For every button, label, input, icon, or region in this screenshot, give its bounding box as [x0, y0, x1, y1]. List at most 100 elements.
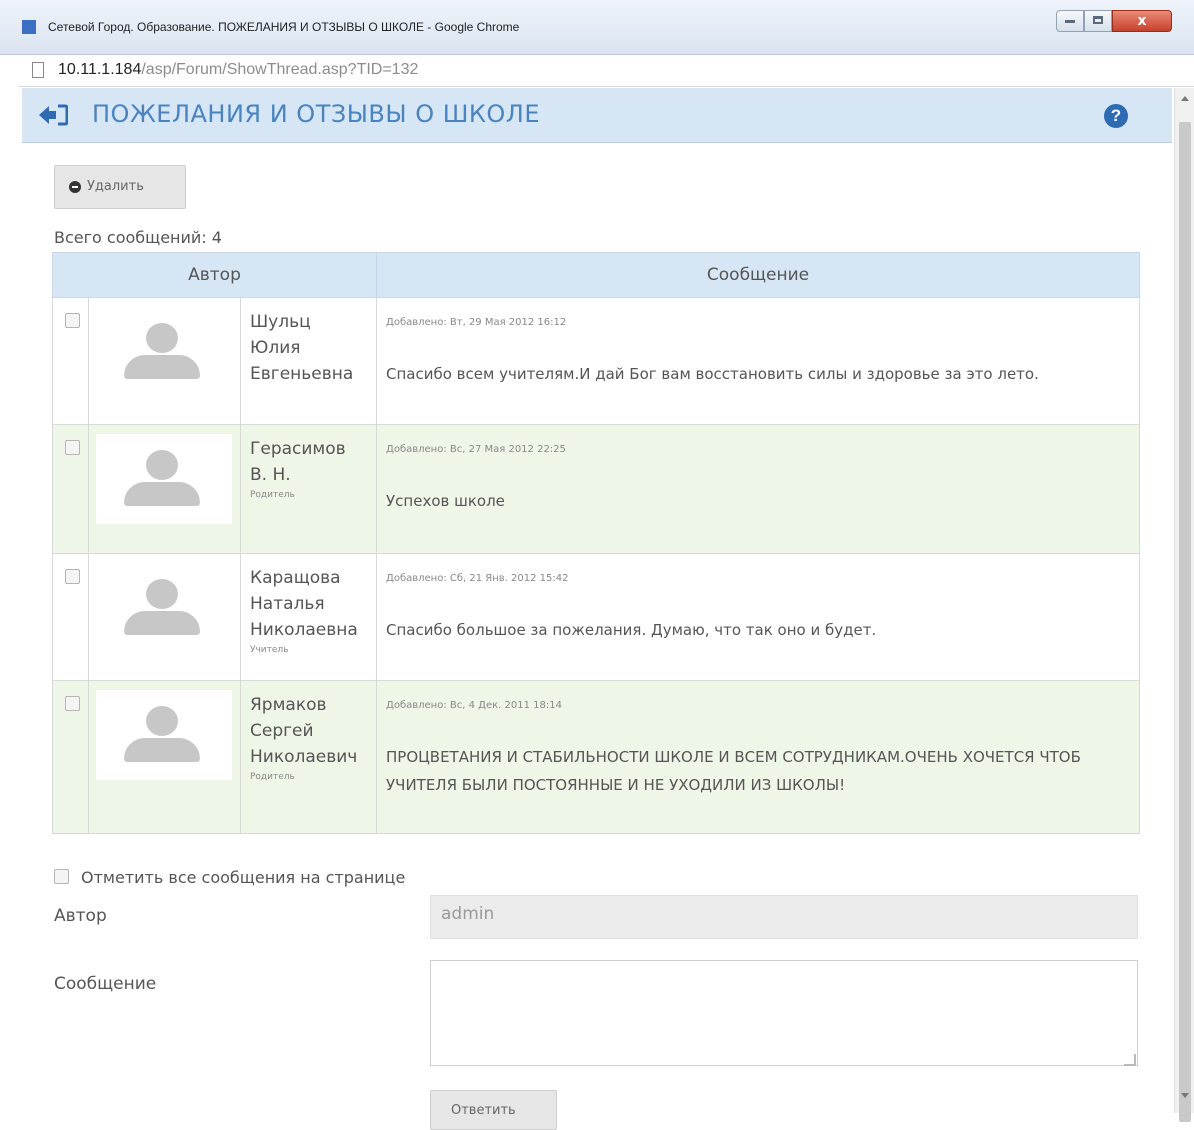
row-checkbox[interactable]: [65, 440, 80, 455]
resize-grip-icon[interactable]: [1124, 1054, 1136, 1066]
delete-button[interactable]: Удалить: [54, 165, 186, 209]
url-path: /asp/Forum/ShowThread.asp?TID=132: [141, 61, 419, 78]
row-checkbox[interactable]: [65, 569, 80, 584]
author-role: Учитель: [250, 645, 289, 655]
message-text: Спасибо большое за пожелания. Думаю, что…: [386, 621, 877, 639]
minus-circle-icon: [69, 181, 81, 193]
minimize-button[interactable]: [1056, 10, 1084, 32]
author-cell: Шульц Юлия Евгеньевна: [239, 297, 378, 425]
url-text[interactable]: 10.11.1.184/asp/Forum/ShowThread.asp?TID…: [58, 61, 418, 79]
help-icon[interactable]: ?: [1104, 104, 1128, 128]
avatar-cell: [88, 297, 241, 425]
message-cell: Добавлено: Вс, 4 Дек. 2011 18:14 ПРОЦВЕТ…: [376, 680, 1141, 834]
author-name-line: Сергей: [250, 721, 314, 741]
column-header-message: Сообщение: [376, 252, 1141, 298]
avatar: [96, 434, 232, 524]
url-host: 10.11.1.184: [58, 61, 142, 78]
avatar-body: [124, 738, 200, 762]
author-field: admin: [430, 895, 1138, 939]
vertical-scrollbar[interactable]: [1174, 88, 1194, 1122]
author-name: Ярмаков Сергей Николаевич: [250, 692, 375, 770]
author-name-line: Юлия: [250, 338, 301, 358]
author-field-label: Автор: [54, 906, 107, 926]
message-cell: Добавлено: Сб, 21 Янв. 2012 15:42 Спасиб…: [376, 553, 1141, 681]
reply-button-label: Ответить: [451, 1103, 516, 1118]
author-name-line: Каращова: [250, 568, 341, 588]
address-bar[interactable]: 10.11.1.184/asp/Forum/ShowThread.asp?TID…: [18, 56, 1194, 87]
message-date: Добавлено: Сб, 21 Янв. 2012 15:42: [386, 573, 569, 584]
row-checkbox[interactable]: [65, 313, 80, 328]
avatar-body: [124, 611, 200, 635]
close-button[interactable]: x: [1112, 10, 1172, 32]
row-select-cell: [52, 680, 89, 834]
minimize-icon: [1065, 20, 1075, 23]
author-name-line: Шульц: [250, 312, 311, 332]
message-input[interactable]: [430, 960, 1138, 1066]
avatar-placeholder-icon: [146, 450, 178, 480]
author-name-line: Герасимов: [250, 439, 346, 459]
author-name: Шульц Юлия Евгеньевна: [250, 309, 375, 387]
chrome-app-icon: [22, 20, 36, 34]
avatar-placeholder-icon: [146, 706, 178, 736]
avatar-cell: [88, 553, 241, 681]
message-date: Добавлено: Вт, 29 Мая 2012 16:12: [386, 317, 567, 328]
row-checkbox[interactable]: [65, 696, 80, 711]
page-header: ПОЖЕЛАНИЯ И ОТЗЫВЫ О ШКОЛЕ ?: [22, 88, 1172, 143]
table-row: Ярмаков Сергей Николаевич Родитель Добавле…: [52, 680, 1141, 834]
scroll-thumb[interactable]: [1179, 122, 1191, 1122]
avatar: [96, 690, 232, 780]
author-cell: Ярмаков Сергей Николаевич Родитель: [239, 680, 378, 834]
row-select-cell: [52, 297, 89, 425]
message-text: Спасибо всем учителям.И дай Бог вам восс…: [386, 365, 1039, 383]
message-field-label: Сообщение: [54, 974, 157, 994]
select-all-option[interactable]: Отметить все сообщения на странице: [54, 868, 405, 887]
total-messages: Всего сообщений: 4: [54, 228, 222, 247]
close-icon: x: [1137, 13, 1147, 29]
window-title: Сетевой Город. Образование. ПОЖЕЛАНИЯ И …: [48, 20, 520, 34]
author-name-line: Николаевич: [250, 747, 358, 767]
table-row: Герасимов В. Н. Родитель Добавлено: Вс, 2…: [52, 424, 1141, 554]
author-cell: Каращова Наталья Николаевна Учитель: [239, 553, 378, 681]
message-date: Добавлено: Вс, 27 Мая 2012 22:25: [386, 444, 566, 455]
delete-button-label: Удалить: [87, 179, 144, 194]
avatar-cell: [88, 424, 241, 554]
messages-table: Автор Сообщение Шульц Юлия Евгеньевна Доба…: [51, 252, 1141, 834]
scroll-up-arrow-icon[interactable]: [1181, 96, 1189, 101]
avatar-body: [124, 482, 200, 506]
page-icon: [32, 62, 44, 78]
author-name-line: Евгеньевна: [250, 364, 354, 384]
select-all-checkbox[interactable]: [54, 869, 69, 884]
avatar-cell: [88, 680, 241, 834]
maximize-icon: [1093, 16, 1103, 24]
column-header-author: Автор: [51, 252, 378, 298]
message-text: Успехов школе: [386, 492, 505, 510]
message-text: ПРОЦВЕТАНИЯ И СТАБИЛЬНОСТИ ШКОЛЕ И ВСЕМ …: [386, 748, 1081, 794]
avatar-body: [124, 355, 200, 379]
author-role: Родитель: [250, 490, 295, 500]
window-titlebar: Сетевой Город. Образование. ПОЖЕЛАНИЯ И …: [0, 0, 1194, 55]
author-name: Каращова Наталья Николаевна: [250, 565, 375, 643]
avatar-placeholder-icon: [146, 579, 178, 609]
table-row: Шульц Юлия Евгеньевна Добавлено: Вт, 29 Ма…: [52, 297, 1141, 425]
reply-button[interactable]: Ответить: [430, 1090, 557, 1130]
avatar: [96, 563, 232, 653]
message-cell: Добавлено: Вт, 29 Мая 2012 16:12 Спасибо…: [376, 297, 1141, 425]
author-role: Родитель: [250, 772, 295, 782]
select-all-label: Отметить все сообщения на странице: [81, 868, 406, 887]
page-title: ПОЖЕЛАНИЯ И ОТЗЫВЫ О ШКОЛЕ: [92, 100, 541, 128]
author-cell: Герасимов В. Н. Родитель: [239, 424, 378, 554]
author-name-line: Наталья: [250, 594, 325, 614]
maximize-button[interactable]: [1084, 10, 1112, 32]
message-date: Добавлено: Вс, 4 Дек. 2011 18:14: [386, 700, 562, 711]
author-name-line: Ярмаков: [250, 695, 327, 715]
avatar-placeholder-icon: [146, 323, 178, 353]
row-select-cell: [52, 553, 89, 681]
scroll-down-arrow-icon[interactable]: [1181, 1093, 1189, 1098]
back-arrow-icon[interactable]: [38, 103, 68, 127]
avatar: [96, 307, 232, 397]
author-name-line: В. Н.: [250, 465, 291, 485]
message-cell: Добавлено: Вс, 27 Мая 2012 22:25 Успехов…: [376, 424, 1141, 554]
table-header-row: Автор Сообщение: [51, 252, 1141, 298]
author-name-line: Николаевна: [250, 620, 358, 640]
table-row: Каращова Наталья Николаевна Учитель Добавл…: [52, 553, 1141, 681]
